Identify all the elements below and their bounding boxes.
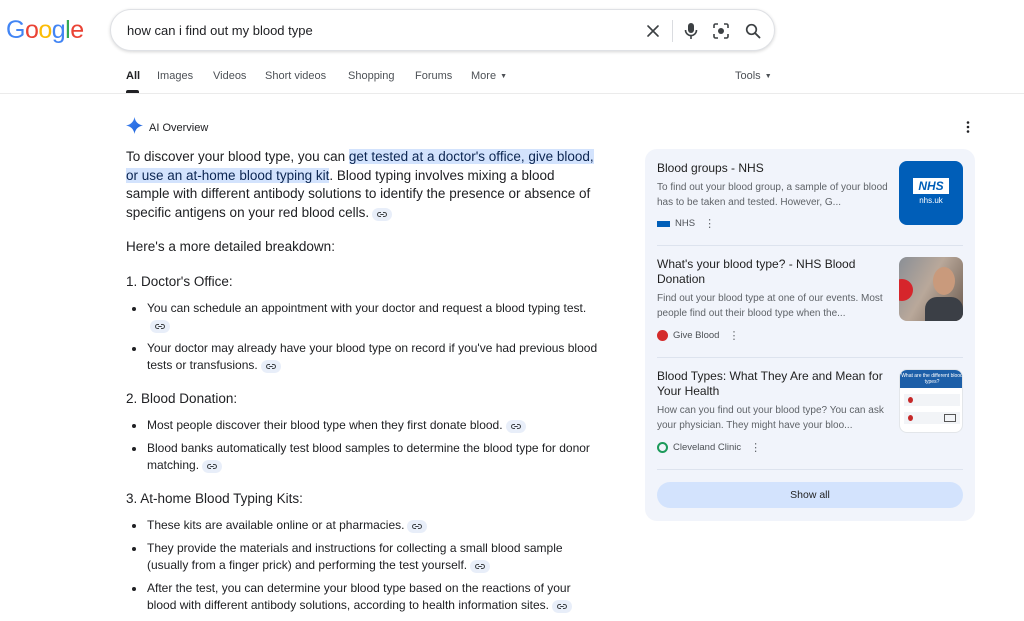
photo-shirt-shape	[925, 297, 963, 321]
bullet-text: Most people discover their blood type wh…	[147, 418, 503, 432]
list-item: Your doctor may already have your blood …	[126, 340, 601, 374]
photo-red-sign-shape	[899, 279, 913, 301]
active-tab-indicator	[126, 90, 139, 93]
more-options-icon[interactable]: ⋮	[750, 442, 761, 453]
ai-overview-label: AI Overview	[149, 122, 209, 134]
tab-all[interactable]: All	[126, 70, 140, 82]
source-link-icon[interactable]	[202, 460, 223, 473]
tab-videos[interactable]: Videos	[213, 70, 246, 82]
donor-photo-thumbnail[interactable]	[899, 257, 963, 321]
tools-button[interactable]: Tools ▼	[735, 70, 772, 82]
show-all-button[interactable]: Show all	[657, 482, 963, 508]
source-link-icon[interactable]	[407, 520, 428, 533]
section-number: 2.	[126, 391, 138, 406]
clear-icon[interactable]	[643, 21, 663, 41]
source-card-site: Give Blood ⋮	[657, 330, 739, 341]
tab-more-label: More	[471, 70, 497, 82]
nhs-logo-thumbnail[interactable]: NHS nhs.uk	[899, 161, 963, 225]
list-item: You can schedule an appointment with you…	[126, 300, 601, 334]
bullet-text: Your doctor may already have your blood …	[147, 341, 598, 372]
card-divider	[657, 469, 963, 470]
section-heading: 1. Doctor's Office:	[126, 274, 233, 289]
more-options-icon[interactable]: ⋮	[728, 330, 739, 341]
blood-drop-icon	[908, 415, 913, 421]
logo-letter: G	[6, 16, 25, 44]
more-options-icon[interactable]: ⋮	[704, 218, 715, 229]
sources-panel: Blood groups - NHS To find out your bloo…	[645, 149, 975, 521]
bullet-text: You can schedule an appointment with you…	[147, 301, 587, 315]
search-tabs: All Images Videos Short videos Shopping …	[0, 60, 1024, 94]
intro-text: To discover your blood type, you can	[126, 149, 349, 164]
section-title: Doctor's Office:	[141, 274, 233, 289]
tools-label: Tools	[735, 70, 761, 82]
section-number: 1.	[126, 274, 138, 289]
source-link-icon[interactable]	[372, 207, 393, 221]
logo-letter: o	[24, 16, 39, 44]
intro-paragraph: To discover your blood type, you can get…	[126, 148, 596, 222]
source-link-icon[interactable]	[150, 320, 170, 333]
nhs-url-text: nhs.uk	[919, 196, 943, 205]
source-card-site: NHS ⋮	[657, 218, 715, 229]
search-input[interactable]: how can i find out my blood type	[127, 23, 313, 38]
tab-images[interactable]: Images	[157, 70, 193, 82]
logo-letter: o	[38, 16, 52, 44]
source-card-snippet: How can you find out your blood type? Yo…	[657, 405, 884, 431]
search-divider	[672, 20, 673, 42]
infographic-grid-shape	[944, 414, 956, 422]
lens-camera-icon[interactable]	[711, 21, 731, 41]
gemini-sparkle-icon	[126, 117, 143, 139]
bullet-text: They provide the materials and instructi…	[147, 541, 563, 572]
source-card-title[interactable]: Blood Types: What They Are and Mean for …	[657, 369, 887, 399]
section-heading: 2. Blood Donation:	[126, 391, 237, 406]
caret-down-icon: ▼	[500, 73, 507, 80]
source-card-title[interactable]: What's your blood type? - NHS Blood Dona…	[657, 257, 887, 287]
source-link-icon[interactable]	[260, 360, 281, 373]
search-box[interactable]: how can i find out my blood type	[110, 9, 775, 51]
tab-shopping[interactable]: Shopping	[348, 70, 395, 82]
list-item: These kits are available online or at ph…	[126, 517, 601, 534]
list-item: Most people discover their blood type wh…	[126, 417, 601, 434]
source-card-snippet: Find out your blood type at one of our e…	[657, 293, 883, 319]
source-name: Cleveland Clinic	[673, 442, 742, 453]
bullet-text: These kits are available online or at ph…	[147, 518, 405, 532]
caret-down-icon: ▼	[764, 73, 772, 80]
tab-more[interactable]: More ▼	[471, 70, 507, 82]
tab-forums[interactable]: Forums	[415, 70, 452, 82]
google-logo[interactable]: Google	[6, 16, 84, 45]
source-card-snippet: To find out your blood group, a sample o…	[657, 182, 888, 208]
bullet-text: After the test, you can determine your b…	[147, 581, 571, 612]
logo-letter: g	[51, 16, 66, 44]
card-divider	[657, 245, 963, 246]
list-item: They provide the materials and instructi…	[126, 540, 601, 574]
source-name: Give Blood	[673, 330, 720, 341]
section-title: Blood Donation:	[141, 391, 238, 406]
breakdown-intro: Here's a more detailed breakdown:	[126, 239, 335, 254]
section-title: At-home Blood Typing Kits:	[140, 491, 303, 506]
search-icon[interactable]	[743, 21, 763, 41]
list-item: Blood banks automatically test blood sam…	[126, 440, 601, 474]
nhs-favicon-icon	[657, 220, 670, 227]
infographic-title: What are the different blood types?	[900, 370, 962, 388]
source-link-icon[interactable]	[470, 560, 491, 573]
source-card-site: Cleveland Clinic ⋮	[657, 442, 761, 453]
card-divider	[657, 357, 963, 358]
source-link-icon[interactable]	[552, 600, 573, 613]
microphone-icon[interactable]	[681, 21, 701, 41]
logo-letter: e	[70, 16, 84, 44]
blood-drop-icon	[908, 397, 913, 403]
tab-short-videos[interactable]: Short videos	[265, 70, 326, 82]
source-card-title[interactable]: Blood groups - NHS	[657, 161, 887, 176]
more-options-icon[interactable]	[962, 119, 974, 135]
source-link-icon[interactable]	[505, 420, 526, 433]
section-number: 3.	[126, 491, 138, 506]
blood-types-infographic-thumbnail[interactable]: What are the different blood types?	[899, 369, 963, 433]
section-heading: 3. At-home Blood Typing Kits:	[126, 491, 303, 506]
cleveland-clinic-favicon-icon	[657, 442, 668, 453]
list-item: After the test, you can determine your b…	[126, 580, 601, 614]
blood-drop-favicon-icon	[657, 330, 668, 341]
ai-overview-header: AI Overview	[126, 117, 208, 139]
source-name: NHS	[675, 218, 696, 229]
nhs-logo-text: NHS	[913, 178, 949, 194]
photo-person-icon	[933, 267, 955, 295]
